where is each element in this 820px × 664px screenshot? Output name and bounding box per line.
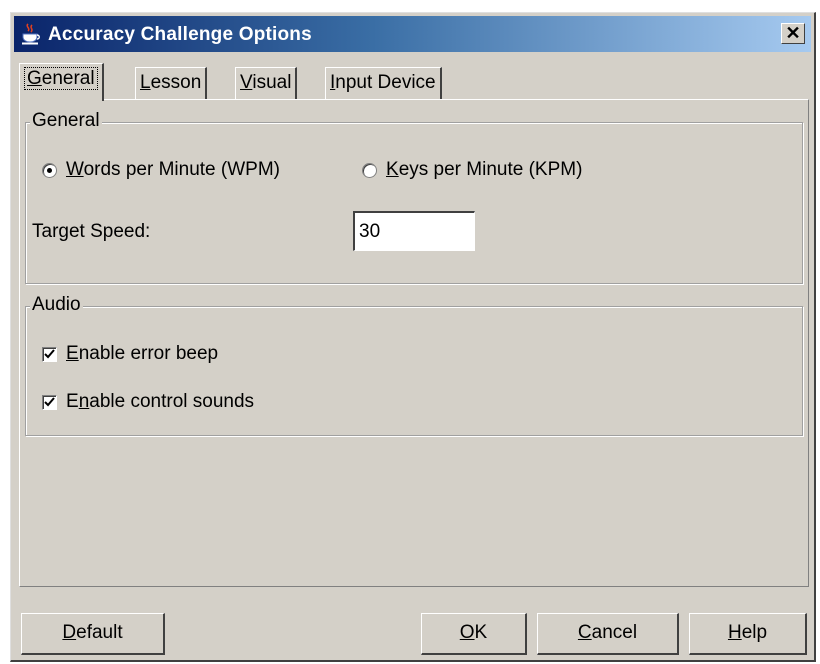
checkbox-control-sounds-indicator	[42, 394, 57, 410]
title-bar[interactable]: Accuracy Challenge Options ✕	[14, 16, 811, 52]
cancel-button-label: Cancel	[577, 622, 638, 643]
close-button[interactable]: ✕	[781, 23, 805, 44]
checkbox-error-beep[interactable]: Enable error beep	[42, 343, 218, 365]
tab-visual[interactable]: Visual	[235, 67, 298, 99]
tab-input-device-label: Input Device	[330, 72, 436, 93]
checkmark-icon	[44, 348, 55, 358]
close-icon: ✕	[785, 23, 801, 43]
tab-lesson-label: Lesson	[140, 72, 202, 93]
default-button[interactable]: Default	[21, 613, 165, 655]
radio-wpm[interactable]: Words per Minute (WPM)	[42, 159, 280, 181]
target-speed-label: Target Speed:	[32, 221, 151, 242]
target-speed-input[interactable]	[353, 211, 475, 251]
audio-group: Audio Enable error beep Enable control s…	[25, 294, 803, 436]
tab-input-device[interactable]: Input Device	[325, 67, 442, 99]
audio-group-legend: Audio	[30, 294, 83, 316]
options-dialog: Accuracy Challenge Options ✕ General Les…	[10, 12, 816, 662]
radio-wpm-label: Words per Minute (WPM)	[66, 159, 280, 180]
radio-kpm-indicator	[362, 162, 377, 178]
checkbox-control-sounds-label: Enable control sounds	[66, 391, 255, 412]
general-group-legend: General	[30, 110, 102, 132]
general-group: General Words per Minute (WPM) Keys per …	[25, 110, 803, 284]
checkbox-error-beep-indicator	[42, 346, 57, 362]
help-button-label: Help	[727, 622, 768, 643]
default-button-label: Default	[62, 622, 123, 643]
checkbox-control-sounds[interactable]: Enable control sounds	[42, 391, 254, 413]
java-cup-icon	[20, 23, 42, 45]
help-button[interactable]: Help	[689, 613, 807, 655]
checkmark-icon	[44, 396, 55, 406]
radio-kpm[interactable]: Keys per Minute (KPM)	[362, 159, 582, 181]
tab-general[interactable]: General	[19, 63, 104, 101]
cancel-button[interactable]: Cancel	[537, 613, 679, 655]
ok-button[interactable]: OK	[421, 613, 527, 655]
tab-lesson[interactable]: Lesson	[135, 67, 208, 99]
ok-button-label: OK	[459, 622, 488, 643]
checkbox-error-beep-label: Enable error beep	[66, 343, 219, 364]
tab-visual-label: Visual	[240, 72, 292, 93]
radio-kpm-label: Keys per Minute (KPM)	[386, 159, 583, 180]
radio-wpm-indicator	[42, 162, 57, 178]
tab-general-label: General	[24, 67, 98, 90]
tab-panel-general: General Words per Minute (WPM) Keys per …	[19, 99, 809, 587]
window-title: Accuracy Challenge Options	[48, 24, 312, 45]
